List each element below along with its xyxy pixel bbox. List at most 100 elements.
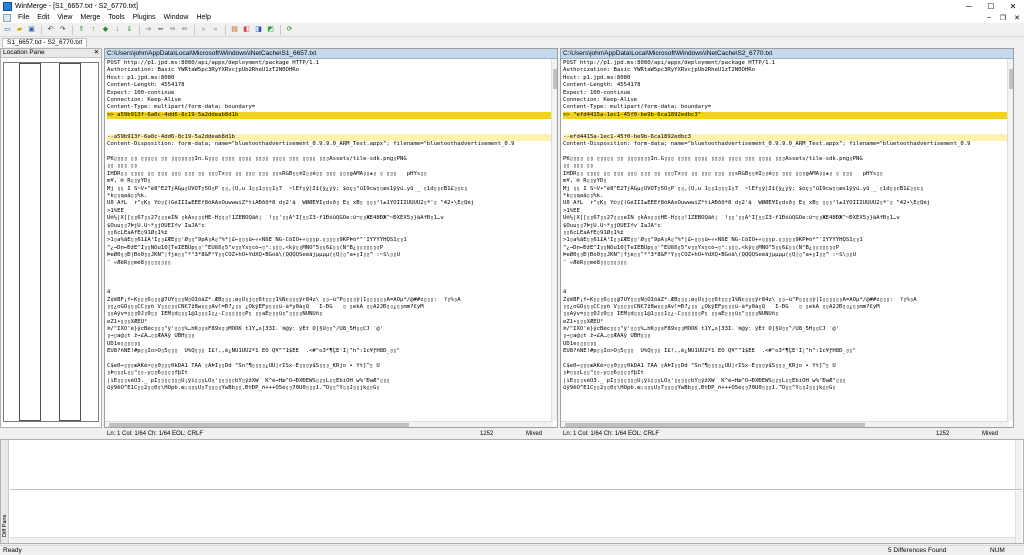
right-line[interactable]: Expect: 100-continue: [563, 90, 1009, 97]
right-line[interactable]: [563, 356, 1009, 363]
right-line[interactable]: ÙD1e▯▯▯▯▯▯: [563, 341, 1009, 348]
left-line[interactable]: "¿→Dn←ÐžÈ^I▯▯NOu10[TeIÈBUp▯▯'^ÈÜßß▯5"v▯▯…: [107, 245, 553, 252]
left-line[interactable]: Mj ▯▯ Î Š~V•"ê8^E2TjÁGµ▯UVOT▯5O▯P`▯▯,(U,…: [107, 186, 553, 193]
diff-pane-right-scrollbar[interactable]: [1015, 491, 1022, 543]
left-line[interactable]: ûÿ9ëÓ^É1C▯▯2▯▯0▯\HOpb.æ;▯▯▯U▯7▯▯▯▯YwBb▯▯…: [107, 385, 553, 392]
right-line[interactable]: ®/"IXÖ'è}ÿcBéc▯▯▯"ÿ'▯▯▯%…hK▯▯sF89x▯▯MÖÕK…: [563, 326, 1009, 333]
left-line[interactable]: >1%ÈÉ: [107, 208, 553, 215]
left-line[interactable]: |ìE▯▯▯séÖ3._`pÌ▯▯▯▯▯▯▯Ü¡ÿi▯▯▯LÖ▯'▯▯▯▯▯bÝ…: [107, 378, 553, 385]
right-line[interactable]: ▯▯Ãÿv=▯▯▯0J▯0▯▯ ÌÊM▯d▯▯▯1@1▯▯▯1▯¿-C▯▯▯▯▯…: [563, 311, 1009, 318]
left-line[interactable]: [107, 127, 553, 134]
all-right-icon[interactable]: »: [198, 24, 209, 35]
copy-left-advance-icon[interactable]: ⇚: [179, 24, 190, 35]
left-line[interactable]: IHDR▯▯ ▯▯▯▯ ▯▯ ▯▯▯ ▯▯▯ ▯▯▯ ▯▯ ▯▯▯Tx▯▯ ▯▯…: [107, 171, 553, 178]
left-line[interactable]: [107, 149, 553, 156]
left-line[interactable]: ▯▯ ▯▯▯ ▯▯: [107, 163, 553, 170]
left-line[interactable]: [107, 356, 553, 363]
right-line[interactable]: ▯▯¿oGÖ▯▯▯CC▯yö`V▯▯▯▯▯CÑ€7ž8w▯▯▯Av!=Ð?¿▯▯…: [563, 304, 1009, 311]
left-line[interactable]: POST http://p1.jpd.ms:8080/api/appx/depl…: [107, 60, 553, 67]
left-line[interactable]: [107, 119, 553, 126]
left-file-pane[interactable]: C:\Users\john\AppData\Local\Microsoft\Wi…: [104, 48, 558, 428]
right-line[interactable]: Host: p1.jpd.ms:8080: [563, 75, 1009, 82]
right-file-content[interactable]: POST http://p1.jpd.ms:8080/api/appx/depl…: [561, 60, 1009, 420]
right-tool-icon[interactable]: ◩: [265, 24, 276, 35]
left-line[interactable]: *k▯▯qaã▯▯%k.: [107, 193, 553, 200]
left-line[interactable]: ÞeØ0▯▯Ð|Ðò0▯▯JKN^¦fjè▯▯"*"3*8&F¹Y▯▯CÕZ+h…: [107, 252, 553, 259]
diff-prev-icon[interactable]: ↑: [88, 24, 99, 35]
right-line[interactable]: [563, 282, 1009, 289]
right-line[interactable]: Authorization: Basic YWRtaW5pc3RyYXRvcjp…: [563, 67, 1009, 74]
left-line[interactable]: ÙD1e▯▯▯▯▯▯: [107, 341, 553, 348]
left-line[interactable]: ÉU8?ñÑÊ!#p▯▯Io>Õ▯5▯▯▯ Ú%Q▯▯▯ Ì£!,,ê¿ÑÜ1Ü…: [107, 348, 553, 355]
right-line[interactable]: >1▯a%ãÈ▯▯61£A¹Í▯▯£ÆÉ▯▯'Ø▯▯"9pA▯Ã▯"%*|£←▯…: [563, 237, 1009, 244]
menu-file[interactable]: File: [14, 13, 33, 23]
compare-icon[interactable]: ◧: [241, 24, 252, 35]
document-icon[interactable]: [3, 14, 11, 22]
maximize-button[interactable]: ☐: [980, 0, 1002, 13]
right-line[interactable]: [563, 267, 1009, 274]
right-vertical-scrollbar[interactable]: [1007, 59, 1013, 421]
right-line[interactable]: eZ1•▯▯▯XÆÉÚ°: [563, 319, 1009, 326]
close-button[interactable]: ✕: [1002, 0, 1024, 13]
left-line[interactable]: Content-Disposition: form-data; name="bl…: [107, 141, 553, 148]
right-line[interactable]: ûÿ9ëÓ^É1C▯▯2▯▯0▯\HOpb.æ;▯▯▯U▯7▯▯▯▯YwBb▯▯…: [563, 385, 1009, 392]
location-bar-right[interactable]: [59, 63, 81, 421]
left-line[interactable]: eZ1•▯▯▯XÆÉÚ°: [107, 319, 553, 326]
menu-merge[interactable]: Merge: [76, 13, 104, 23]
right-line[interactable]: m¥, ® R▯▯yYD▯: [563, 178, 1009, 185]
left-line[interactable]: ®/"IXÖ'è}ÿcBéc▯▯▯"ÿ'▯▯▯%…hK▯▯sF89x▯▯MÖÕK…: [107, 326, 553, 333]
left-line[interactable]: ▯▯¿oGÖ▯▯▯CC▯yö`V▯▯▯▯▯CÑ€7ž8w▯▯▯Av!=Ð?¿▯▯…: [107, 304, 553, 311]
right-line[interactable]: C$e0→▯▯▯æÃKé>▯▯0▯▯▯0kDA1 TÀA`▯ÀÞI▯▯Dd ^S…: [563, 363, 1009, 370]
menu-help[interactable]: Help: [192, 13, 214, 23]
location-pane-viewport[interactable]: [3, 62, 99, 422]
right-line[interactable]: >1%ÈÉ: [563, 208, 1009, 215]
refresh-icon[interactable]: ⟳: [284, 24, 295, 35]
right-line[interactable]: PK▯▯▯▯ ▯▯ ▯▯▯▯▯ ▯▯ ▯▯▯▯▯▯▯In.G▯▯▯ ▯▯▯▯ ▯…: [563, 156, 1009, 163]
diff-next-icon[interactable]: ↓: [112, 24, 123, 35]
right-line[interactable]: ▯▯ ▯▯▯ ▯▯: [563, 163, 1009, 170]
location-bar-left[interactable]: [19, 63, 41, 421]
diff-pane-left[interactable]: [10, 440, 1022, 490]
left-line[interactable]: [107, 282, 553, 289]
tab-compare[interactable]: S1_6657.txt - S2_6770.txt: [2, 38, 88, 47]
left-line[interactable]: Ü®½|X[[▯▯67▯▯27▯▯▯eÍÑ ▯kÄ¤▯▯▯HE-H▯▯▯!1ZE…: [107, 215, 553, 222]
right-line[interactable]: --efd4415a-1ec1-45f0-be9b-6ca1892edbc3: [563, 133, 1009, 142]
right-file-pane[interactable]: C:\Users\john\AppData\Local\Microsoft\Wi…: [560, 48, 1014, 428]
right-line[interactable]: Content-Length: 4554178: [563, 82, 1009, 89]
left-line[interactable]: [107, 274, 553, 281]
menu-edit[interactable]: Edit: [33, 13, 53, 23]
left-line[interactable]: ▯Þ▯▯▯L▯▯"▯▯-y▯▯6▯▯▯▯fþÌt: [107, 370, 553, 377]
right-line[interactable]: |ìE▯▯▯séÖ3._`pÌ▯▯▯▯▯▯▯Ü¡ÿi▯▯▯LÖ▯'▯▯▯▯▯bÝ…: [563, 378, 1009, 385]
mdi-minimize-button[interactable]: –: [982, 14, 996, 22]
left-line[interactable]: --a59b913f-6a0c-4dd6-8c19-5a2ddeab8d1b: [107, 133, 553, 142]
left-line[interactable]: ▯▯6cLÊaÂfÈ▯91Ø▯1%‡: [107, 230, 553, 237]
mdi-restore-button[interactable]: ❐: [996, 14, 1010, 22]
right-line[interactable]: Ü®½|X[[▯▯67▯▯27▯▯▯eÍÑ ▯kÄ¤▯▯▯HE-H▯▯▯!1ZE…: [563, 215, 1009, 222]
left-line[interactable]: Ž¢ëBF¡f←K▯▯▯6▯▯▯@7ÜY▯▯▯Ñ▯ÕÌõàZ*.ÆB▯▯▯;ø▯…: [107, 297, 553, 304]
right-line[interactable]: [563, 274, 1009, 281]
copy-left-icon[interactable]: ⬅: [155, 24, 166, 35]
right-line[interactable]: ä: [563, 289, 1009, 296]
menu-window[interactable]: Window: [160, 13, 193, 23]
redo-icon[interactable]: ↷: [57, 24, 68, 35]
left-line[interactable]: Content-Length: 4554178: [107, 82, 553, 89]
left-line[interactable]: Host: p1.jpd.ms:8080: [107, 75, 553, 82]
all-left-icon[interactable]: «: [210, 24, 221, 35]
right-line[interactable]: ÞeØ0▯▯Ð|Ðò0▯▯JKN^¦fjè▯▯"*"3*8&F¹Y▯▯CÕZ+h…: [563, 252, 1009, 259]
undo-icon[interactable]: ↶: [45, 24, 56, 35]
left-line[interactable]: PK▯▯▯▯ ▯▯ ▯▯▯▯▯ ▯▯ ▯▯▯▯▯▯▯In.G▯▯▯ ▯▯▯▯ ▯…: [107, 156, 553, 163]
left-line[interactable]: ▯▯Ãÿv=▯▯▯0J▯0▯▯ ÌÊM▯d▯▯▯1@1▯▯▯1▯¿-C▯▯▯▯▯…: [107, 311, 553, 318]
right-line[interactable]: Ž¢ëBF¡f←K▯▯▯6▯▯▯@7ÜY▯▯▯Ñ▯ÕÌõàZ*.ÆB▯▯▯;ø▯…: [563, 297, 1009, 304]
diff-current-icon[interactable]: ◆: [100, 24, 111, 35]
right-line[interactable]: "¿→Dn←ÐžÈ^I▯▯NOu10[TeIÈBUp▯▯'^ÈÜßß▯5"v▯▯…: [563, 245, 1009, 252]
left-line[interactable]: >> a59b913f-6a0c-4dd6-8c19-5a2ddeab8d1b: [107, 111, 553, 120]
left-line[interactable]: Connection: Keep-Alive: [107, 97, 553, 104]
left-vertical-scrollbar[interactable]: [551, 59, 557, 421]
right-line[interactable]: Mj ▯▯ Î Š~V•"ê8^E2TjÁGµ▯UVOT▯5O▯P`▯▯,(U,…: [563, 186, 1009, 193]
right-line[interactable]: ¨ «ÆëR▯▯mé8▯▯▯▯▯▯▯▯: [563, 260, 1009, 267]
right-line[interactable]: ÉU8?ñÑÊ!#p▯▯Io>Õ▯5▯▯▯ Ú%Q▯▯▯ Ì£!,,ê¿ÑÜ1Ü…: [563, 348, 1009, 355]
right-line[interactable]: IHDR▯▯ ▯▯▯▯ ▯▯ ▯▯▯ ▯▯▯ ▯▯▯ ▯▯ ▯▯▯Tx▯▯ ▯▯…: [563, 171, 1009, 178]
left-file-content[interactable]: POST http://p1.jpd.ms:8080/api/appx/depl…: [105, 60, 553, 420]
right-line[interactable]: ▯Þ▯▯▯L▯▯"▯▯-y▯▯6▯▯▯▯fþÌt: [563, 370, 1009, 377]
right-horizontal-scrollbar[interactable]: [561, 421, 1009, 427]
